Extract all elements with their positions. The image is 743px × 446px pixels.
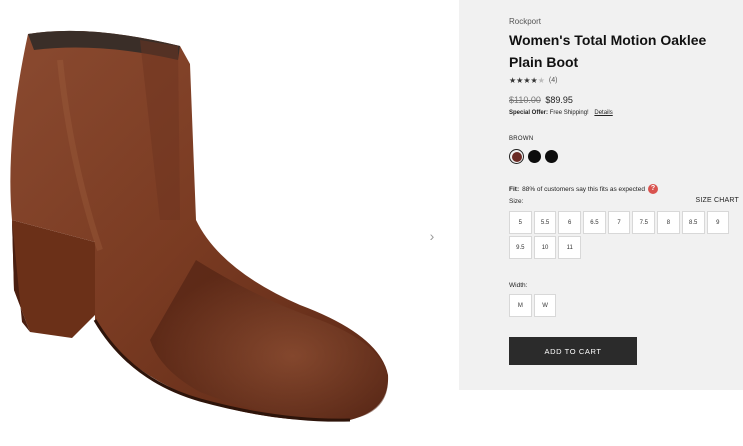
size-option[interactable]: 7.5	[632, 211, 656, 234]
size-option[interactable]: 5.5	[533, 211, 557, 234]
add-to-cart-button[interactable]: ADD TO CART	[509, 337, 637, 365]
star-filled-icon: ★	[530, 76, 538, 85]
product-price: $110.00 $89.95	[509, 95, 573, 105]
size-option[interactable]: 9	[706, 211, 730, 234]
fit-info: Fit: 88% of customers say this fits as e…	[509, 184, 658, 194]
swatch-brown[interactable]	[509, 149, 524, 164]
offer-details-link[interactable]: Details	[594, 110, 612, 116]
swatch-black[interactable]	[528, 150, 541, 163]
fit-label: Fit:	[509, 185, 520, 193]
next-image-chevron-right-icon[interactable]: ›	[424, 226, 440, 246]
swatch-black-2[interactable]	[545, 150, 558, 163]
offer-label: Special Offer:	[509, 110, 549, 116]
width-label: Width:	[509, 282, 528, 289]
size-option[interactable]: 11	[558, 236, 582, 259]
star-filled-icon: ★	[523, 76, 531, 85]
fit-help-icon[interactable]: ?	[647, 184, 658, 194]
original-price: $110.00	[509, 95, 541, 105]
sale-price: $89.95	[545, 95, 573, 105]
size-option[interactable]: 5	[509, 211, 532, 234]
product-detail-panel: Rockport Women's Total Motion Oaklee Pla…	[459, 0, 743, 390]
fit-text: 88% of customers say this fits as expect…	[522, 185, 645, 193]
size-option[interactable]: 7	[607, 211, 631, 234]
size-chart-link[interactable]: SIZE CHART	[696, 197, 740, 204]
size-option[interactable]: 10	[533, 236, 557, 259]
size-option[interactable]: 9.5	[509, 236, 532, 259]
selected-color-label: BROWN	[509, 136, 534, 142]
product-title: Women's Total Motion Oaklee Plain Boot	[509, 32, 707, 70]
star-empty-icon: ★	[537, 76, 545, 85]
size-option[interactable]: 6	[558, 211, 582, 234]
product-rating[interactable]: ★★★★★ (4)	[509, 76, 557, 85]
rating-stars-icon: ★★★★★	[509, 76, 545, 85]
size-option[interactable]: 6.5	[583, 211, 606, 234]
width-options: M W	[509, 294, 557, 317]
special-offer: Special Offer: Free Shipping! Details	[509, 110, 613, 116]
color-swatches	[509, 149, 558, 164]
size-option[interactable]: 8.5	[681, 211, 705, 234]
offer-text: Free Shipping!	[549, 110, 589, 116]
width-option[interactable]: W	[533, 294, 557, 317]
size-option[interactable]: 8	[657, 211, 680, 234]
product-image-gallery: ›	[0, 0, 459, 446]
brand-name: Rockport	[509, 17, 542, 26]
size-options: 5 5.5 6 6.5 7 7.5 8 8.5 9 9.5 10 11	[509, 211, 733, 259]
review-count: (4)	[548, 77, 558, 84]
width-option[interactable]: M	[509, 294, 532, 317]
product-image-boot	[10, 30, 389, 422]
size-label: Size:	[509, 198, 524, 205]
